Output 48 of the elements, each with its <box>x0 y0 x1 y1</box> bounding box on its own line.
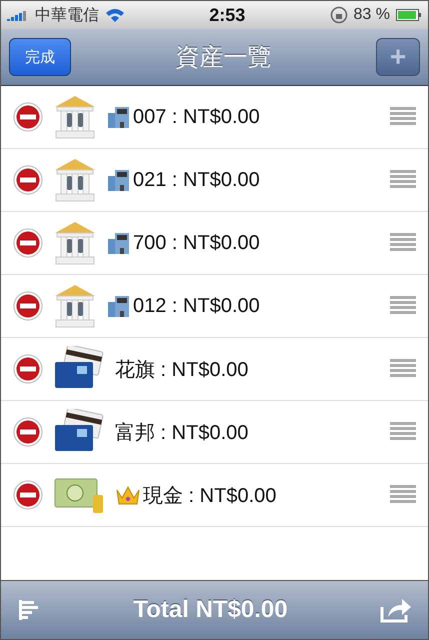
wifi-icon <box>105 8 125 22</box>
delete-icon[interactable] <box>13 354 43 384</box>
reorder-handle-icon[interactable] <box>390 421 416 443</box>
reorder-handle-icon[interactable] <box>390 484 416 506</box>
done-button[interactable]: 完成 <box>9 38 71 76</box>
asset-row[interactable]: 007 : NT$0.00 <box>1 86 428 149</box>
signal-icon <box>7 9 29 21</box>
building-icon <box>107 294 131 318</box>
reorder-handle-icon[interactable] <box>390 106 416 128</box>
battery-percent: 83 % <box>354 6 390 24</box>
building-icon <box>107 231 131 255</box>
asset-label: 012 : NT$0.00 <box>133 294 260 318</box>
bank-building-icon <box>53 220 97 266</box>
delete-icon[interactable] <box>13 480 43 510</box>
building-icon <box>107 105 131 129</box>
asset-label: 700 : NT$0.00 <box>133 232 260 254</box>
asset-label: 021 : NT$0.00 <box>133 168 260 192</box>
asset-row[interactable]: 700 : NT$0.00 <box>1 212 428 275</box>
carrier-name: 中華電信 <box>35 6 99 26</box>
delete-icon[interactable] <box>13 228 43 258</box>
asset-label: 現金 : NT$0.00 <box>143 484 276 508</box>
battery-icon <box>396 9 422 21</box>
share-button[interactable] <box>380 597 412 623</box>
screen-title: 資産一覽 <box>174 43 272 73</box>
delete-icon[interactable] <box>13 165 43 195</box>
delete-icon[interactable] <box>13 102 43 132</box>
asset-row[interactable]: 富邦 : NT$0.00 <box>1 401 428 464</box>
delete-icon[interactable] <box>13 417 43 447</box>
asset-row[interactable]: 現金 : NT$0.00 <box>1 464 428 527</box>
crown-icon <box>115 484 141 506</box>
bank-building-icon <box>53 157 97 203</box>
reorder-handle-icon[interactable] <box>390 232 416 254</box>
building-icon <box>107 168 131 192</box>
asset-label: 花旗 : NT$0.00 <box>115 358 248 382</box>
asset-row[interactable]: 花旗 : NT$0.00 <box>1 338 428 401</box>
reorder-handle-icon[interactable] <box>390 358 416 380</box>
delete-icon[interactable] <box>13 291 43 321</box>
asset-row[interactable]: 012 : NT$0.00 <box>1 275 428 338</box>
reorder-handle-icon[interactable] <box>390 169 416 191</box>
total-amount: Total NT$0.00 <box>132 596 289 624</box>
bank-building-icon <box>53 283 97 329</box>
reorder-handle-icon[interactable] <box>390 295 416 317</box>
asset-label: 富邦 : NT$0.00 <box>115 420 248 446</box>
clock-time: 2:53 <box>208 4 246 26</box>
sort-button[interactable] <box>17 598 41 622</box>
asset-label: 007 : NT$0.00 <box>133 106 260 128</box>
bank-building-icon <box>53 94 97 140</box>
asset-row[interactable]: 021 : NT$0.00 <box>1 149 428 212</box>
